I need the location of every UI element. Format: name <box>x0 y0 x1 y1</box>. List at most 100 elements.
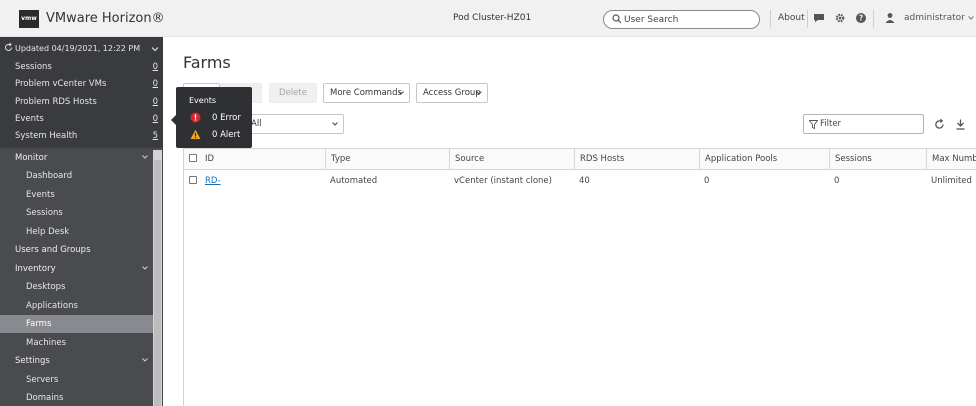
status-events[interactable]: Events 0 <box>15 114 158 128</box>
nav-item-farms[interactable]: Farms <box>0 315 153 333</box>
delete-button[interactable]: Delete <box>269 83 317 103</box>
filter-box[interactable] <box>803 114 924 134</box>
left-sidebar: Updated 04/19/2021, 12:22 PM Sessions 0 P… <box>0 37 163 406</box>
cell-source: vCenter (instant clone) <box>454 176 552 186</box>
nav-item-label: Help Desk <box>26 227 70 237</box>
last-updated-text: Updated 04/19/2021, 12:22 PM <box>15 44 141 53</box>
column-header-application-pools[interactable]: Application Pools <box>699 149 829 170</box>
nav-section-monitor[interactable]: Monitor <box>0 149 153 167</box>
nav-item-sessions[interactable]: Sessions <box>0 204 153 222</box>
status-count[interactable]: 0 <box>153 62 158 72</box>
chat-icon[interactable] <box>813 12 825 24</box>
nav-item-domains[interactable]: Domains <box>0 389 153 406</box>
user-menu[interactable]: administrator <box>904 13 974 23</box>
nav-item-label: Users and Groups <box>15 245 91 255</box>
help-icon[interactable]: ? <box>855 12 867 24</box>
status-count[interactable]: 0 <box>153 79 158 89</box>
nav-item-help-desk[interactable]: Help Desk <box>0 223 153 241</box>
nav-section-label: Inventory <box>15 264 56 274</box>
status-label: System Health <box>15 131 78 141</box>
column-header-id[interactable]: ID <box>200 149 325 170</box>
tooltip-error-row: 0 Error <box>190 112 252 124</box>
pod-name: Pod Cluster-HZ01 <box>453 13 532 23</box>
access-group-dropdown[interactable]: Access Group <box>416 83 488 103</box>
row-checkbox[interactable] <box>189 176 197 184</box>
cell-max-number: Unlimited <box>931 176 972 186</box>
nav-section-inventory[interactable]: Inventory <box>0 260 153 278</box>
status-count[interactable]: 0 <box>153 114 158 124</box>
status-label: Problem vCenter VMs <box>15 79 107 89</box>
cell-application-pools: 0 <box>704 176 710 186</box>
sidebar-scroll-thumb[interactable] <box>154 160 161 406</box>
table-header: ID Type Source RDS Hosts Application Poo… <box>184 149 976 170</box>
status-label: Events <box>15 114 44 124</box>
status-count[interactable]: 5 <box>153 131 158 141</box>
chevron-down-icon <box>476 91 482 95</box>
filter-input[interactable] <box>820 118 920 130</box>
cell-sessions: 0 <box>834 176 840 186</box>
nav-item-events[interactable]: Events <box>0 186 153 204</box>
refresh-icon[interactable] <box>934 119 945 130</box>
chevron-down-icon <box>398 91 404 95</box>
page-title: Farms <box>183 53 231 72</box>
vmware-logo: vmw <box>19 10 39 28</box>
nav-item-machines[interactable]: Machines <box>0 334 153 352</box>
column-header-source[interactable]: Source <box>449 149 574 170</box>
nav-item-users-and-groups[interactable]: Users and Groups <box>0 241 153 259</box>
about-link[interactable]: About <box>778 13 805 23</box>
top-header: vmw VMware Horizon® Pod Cluster-HZ01 Abo… <box>0 0 976 37</box>
chevron-down-icon <box>142 358 148 362</box>
tooltip-error-label: 0 Error <box>212 113 241 123</box>
events-tooltip: Events 0 Error 0 Alert <box>171 87 252 148</box>
chevron-down-icon <box>142 266 148 270</box>
header-divider <box>873 10 874 28</box>
status-problem-rds-hosts[interactable]: Problem RDS Hosts 0 <box>15 97 158 111</box>
svg-text:?: ? <box>859 14 863 23</box>
access-group-select[interactable]: All <box>244 114 344 134</box>
status-count[interactable]: 0 <box>153 97 158 107</box>
status-sessions[interactable]: Sessions 0 <box>15 62 158 76</box>
more-commands-dropdown[interactable]: More Commands <box>323 83 410 103</box>
farm-id-link[interactable]: RD- <box>205 176 221 186</box>
nav-item-label: Events <box>26 190 55 200</box>
nav-section-label: Monitor <box>15 153 48 163</box>
search-icon <box>612 14 622 24</box>
table-row[interactable]: RD- Automated vCenter (instant clone) 40… <box>184 170 976 190</box>
nav-item-servers[interactable]: Servers <box>0 371 153 389</box>
status-problem-vcenter-vms[interactable]: Problem vCenter VMs 0 <box>15 79 158 93</box>
tooltip-alert-label: 0 Alert <box>212 130 241 140</box>
nav-item-label: Farms <box>26 319 52 329</box>
column-header-max-number[interactable]: Max Number <box>926 149 976 170</box>
chevron-down-icon <box>332 122 338 126</box>
nav-item-desktops[interactable]: Desktops <box>0 278 153 296</box>
header-divider <box>770 10 771 28</box>
column-header-sessions[interactable]: Sessions <box>829 149 926 170</box>
nav-section-settings[interactable]: Settings <box>0 352 153 370</box>
gear-icon[interactable] <box>834 12 846 24</box>
farms-table: ID Type Source RDS Hosts Application Poo… <box>183 148 976 406</box>
select-value: All <box>251 119 262 129</box>
nav-item-label: Desktops <box>26 282 66 292</box>
column-header-rds-hosts[interactable]: RDS Hosts <box>574 149 699 170</box>
user-search-box[interactable] <box>603 10 760 29</box>
app-title: VMware Horizon® <box>46 11 165 26</box>
nav-item-label: Sessions <box>26 208 63 218</box>
status-label: Sessions <box>15 62 52 72</box>
nav-item-label: Machines <box>26 338 67 348</box>
nav-item-label: Applications <box>26 301 78 311</box>
cell-type: Automated <box>330 176 378 186</box>
nav-item-applications[interactable]: Applications <box>0 297 153 315</box>
chevron-down-icon <box>967 16 974 20</box>
status-system-health[interactable]: System Health 5 <box>15 131 158 145</box>
tooltip-alert-row: 0 Alert <box>190 129 252 141</box>
tooltip-title: Events <box>189 96 217 105</box>
select-all-checkbox[interactable] <box>189 154 197 162</box>
user-icon <box>885 13 895 23</box>
nav-item-label: Dashboard <box>26 171 73 181</box>
nav-item-dashboard[interactable]: Dashboard <box>0 167 153 185</box>
user-search-input[interactable] <box>624 13 754 26</box>
export-icon[interactable] <box>955 119 966 130</box>
chevron-down-icon[interactable] <box>151 45 159 53</box>
refresh-icon[interactable] <box>4 43 13 52</box>
column-header-type[interactable]: Type <box>325 149 449 170</box>
